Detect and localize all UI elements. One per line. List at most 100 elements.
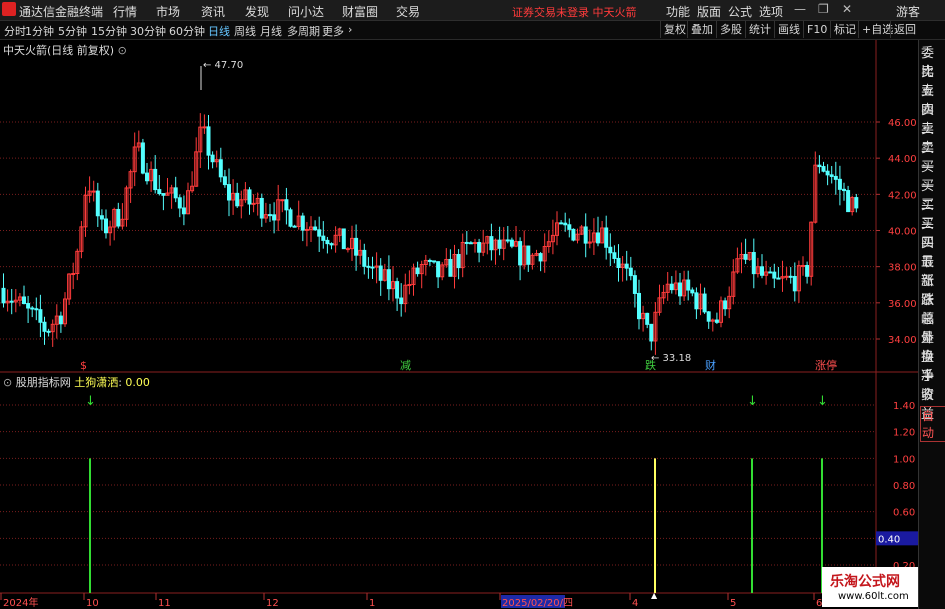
candle-body bbox=[792, 275, 797, 292]
candle-body bbox=[395, 281, 400, 299]
ind-tick-label: 0.60 bbox=[893, 508, 915, 519]
candle-body bbox=[518, 241, 523, 266]
indicator-title-row: ⊙ 股朋指标网 土狗潇洒: 0.00 bbox=[3, 376, 150, 389]
candle-body bbox=[678, 282, 682, 297]
candle-body bbox=[399, 297, 404, 305]
candle-body bbox=[497, 239, 502, 249]
candle-body bbox=[268, 214, 272, 217]
candle-body bbox=[304, 228, 309, 231]
ind-tick-label: 1.00 bbox=[893, 454, 915, 465]
event-marker: 涨停 bbox=[815, 358, 837, 372]
ind-tick-label: 0.80 bbox=[893, 481, 915, 492]
stock-title: 中天火箭(日线 前复权) bbox=[3, 44, 115, 57]
candle-body bbox=[567, 224, 572, 230]
time-tick-label: 2024年 bbox=[3, 596, 38, 609]
kline-chart[interactable]: 46.0044.0042.0040.0038.0036.0034.001.401… bbox=[0, 0, 918, 609]
candle-body bbox=[329, 243, 334, 246]
candle-body bbox=[842, 188, 846, 192]
candle-body bbox=[157, 189, 162, 195]
candle-body bbox=[91, 190, 96, 193]
candle-body bbox=[9, 300, 14, 303]
candle-body bbox=[526, 245, 531, 265]
candle-body bbox=[489, 236, 494, 251]
high-label: ← 47.70 bbox=[203, 60, 243, 71]
time-tick-label: 4 bbox=[632, 598, 638, 609]
price-tick-label: 38.00 bbox=[888, 263, 917, 274]
candle-body bbox=[99, 215, 104, 220]
candle-body bbox=[222, 176, 227, 186]
candle-body bbox=[34, 308, 39, 311]
price-tick-label: 44.00 bbox=[888, 154, 917, 165]
candle-body bbox=[161, 193, 166, 196]
candle-body bbox=[227, 184, 231, 201]
candle-body bbox=[30, 307, 35, 310]
candle-body bbox=[247, 189, 252, 205]
candle-body bbox=[366, 265, 371, 268]
candle-body bbox=[628, 267, 633, 277]
candle-body bbox=[436, 261, 441, 278]
candle-body bbox=[694, 292, 699, 310]
candle-body bbox=[596, 232, 600, 244]
stock-title-row: 中天火箭(日线 前复权) ⊙ bbox=[3, 42, 127, 58]
indicator-circle-icon[interactable]: ⊙ bbox=[3, 376, 12, 389]
candle-body bbox=[432, 260, 436, 263]
candle-body bbox=[292, 225, 297, 228]
candle-body bbox=[218, 159, 223, 178]
indicator-line-name: 土狗潇洒 bbox=[74, 376, 119, 389]
candle-body bbox=[616, 257, 621, 268]
candle-body bbox=[38, 309, 43, 323]
time-tick-label: 2025/02/20/四 bbox=[502, 598, 573, 609]
candle-body bbox=[202, 126, 207, 129]
settings-circle-icon[interactable]: ⊙ bbox=[118, 44, 127, 57]
candle-body bbox=[407, 284, 412, 287]
candle-body bbox=[702, 293, 707, 313]
event-marker: 财 bbox=[705, 358, 716, 372]
watermark: 乐淘公式网 www.60lt.com bbox=[822, 567, 918, 607]
candle-body bbox=[26, 303, 31, 309]
time-tick-label: 11 bbox=[158, 598, 171, 609]
candle-body bbox=[837, 178, 842, 190]
time-tick-label: 1 bbox=[369, 598, 375, 609]
candle-body bbox=[723, 300, 728, 310]
quote-side-panel: 委比 卖五 卖四 卖三 卖二 卖一 买一 买二 买三 买四 买五 最新 涨跌 涨… bbox=[918, 40, 945, 609]
candle-body bbox=[235, 192, 240, 207]
candle-body bbox=[854, 197, 859, 209]
candle-body bbox=[608, 246, 613, 254]
candle-body bbox=[177, 197, 182, 209]
candle-body bbox=[321, 235, 326, 241]
candle-body bbox=[280, 199, 285, 202]
candle-body bbox=[583, 226, 588, 244]
ind-tick-label: 1.20 bbox=[893, 428, 915, 439]
event-marker: 跌 bbox=[645, 358, 656, 372]
candle-body bbox=[272, 214, 277, 221]
candle-body bbox=[743, 253, 748, 260]
candle-body bbox=[22, 296, 26, 305]
candle-body bbox=[624, 263, 629, 269]
watermark-url: www.60lt.com bbox=[838, 591, 909, 602]
price-tick-label: 40.00 bbox=[888, 227, 917, 238]
candle-body bbox=[509, 239, 514, 247]
candle-body bbox=[181, 207, 186, 215]
candle-body bbox=[317, 229, 322, 237]
candle-body bbox=[46, 330, 51, 333]
candle-body bbox=[772, 271, 777, 279]
candle-body bbox=[669, 283, 674, 291]
price-tick-label: 42.00 bbox=[888, 190, 917, 201]
candle-body bbox=[427, 259, 432, 262]
side-auto-button[interactable]: 自动 bbox=[920, 406, 945, 442]
candle-body bbox=[1, 287, 6, 304]
candle-body bbox=[464, 241, 469, 244]
candle-body bbox=[768, 271, 773, 274]
candle-body bbox=[456, 253, 461, 269]
candle-body bbox=[468, 242, 473, 245]
candle-body bbox=[632, 275, 637, 294]
cursor-icon: ▲ bbox=[651, 591, 658, 600]
candle-body bbox=[805, 265, 810, 277]
price-tick-label: 36.00 bbox=[888, 299, 917, 310]
indicator-name[interactable]: 股朋指标网 bbox=[16, 376, 71, 389]
candle-body bbox=[284, 199, 289, 211]
candle-body bbox=[42, 321, 47, 332]
time-tick-label: 5 bbox=[730, 598, 736, 609]
candle-body bbox=[153, 168, 158, 191]
candle-body bbox=[288, 209, 293, 227]
